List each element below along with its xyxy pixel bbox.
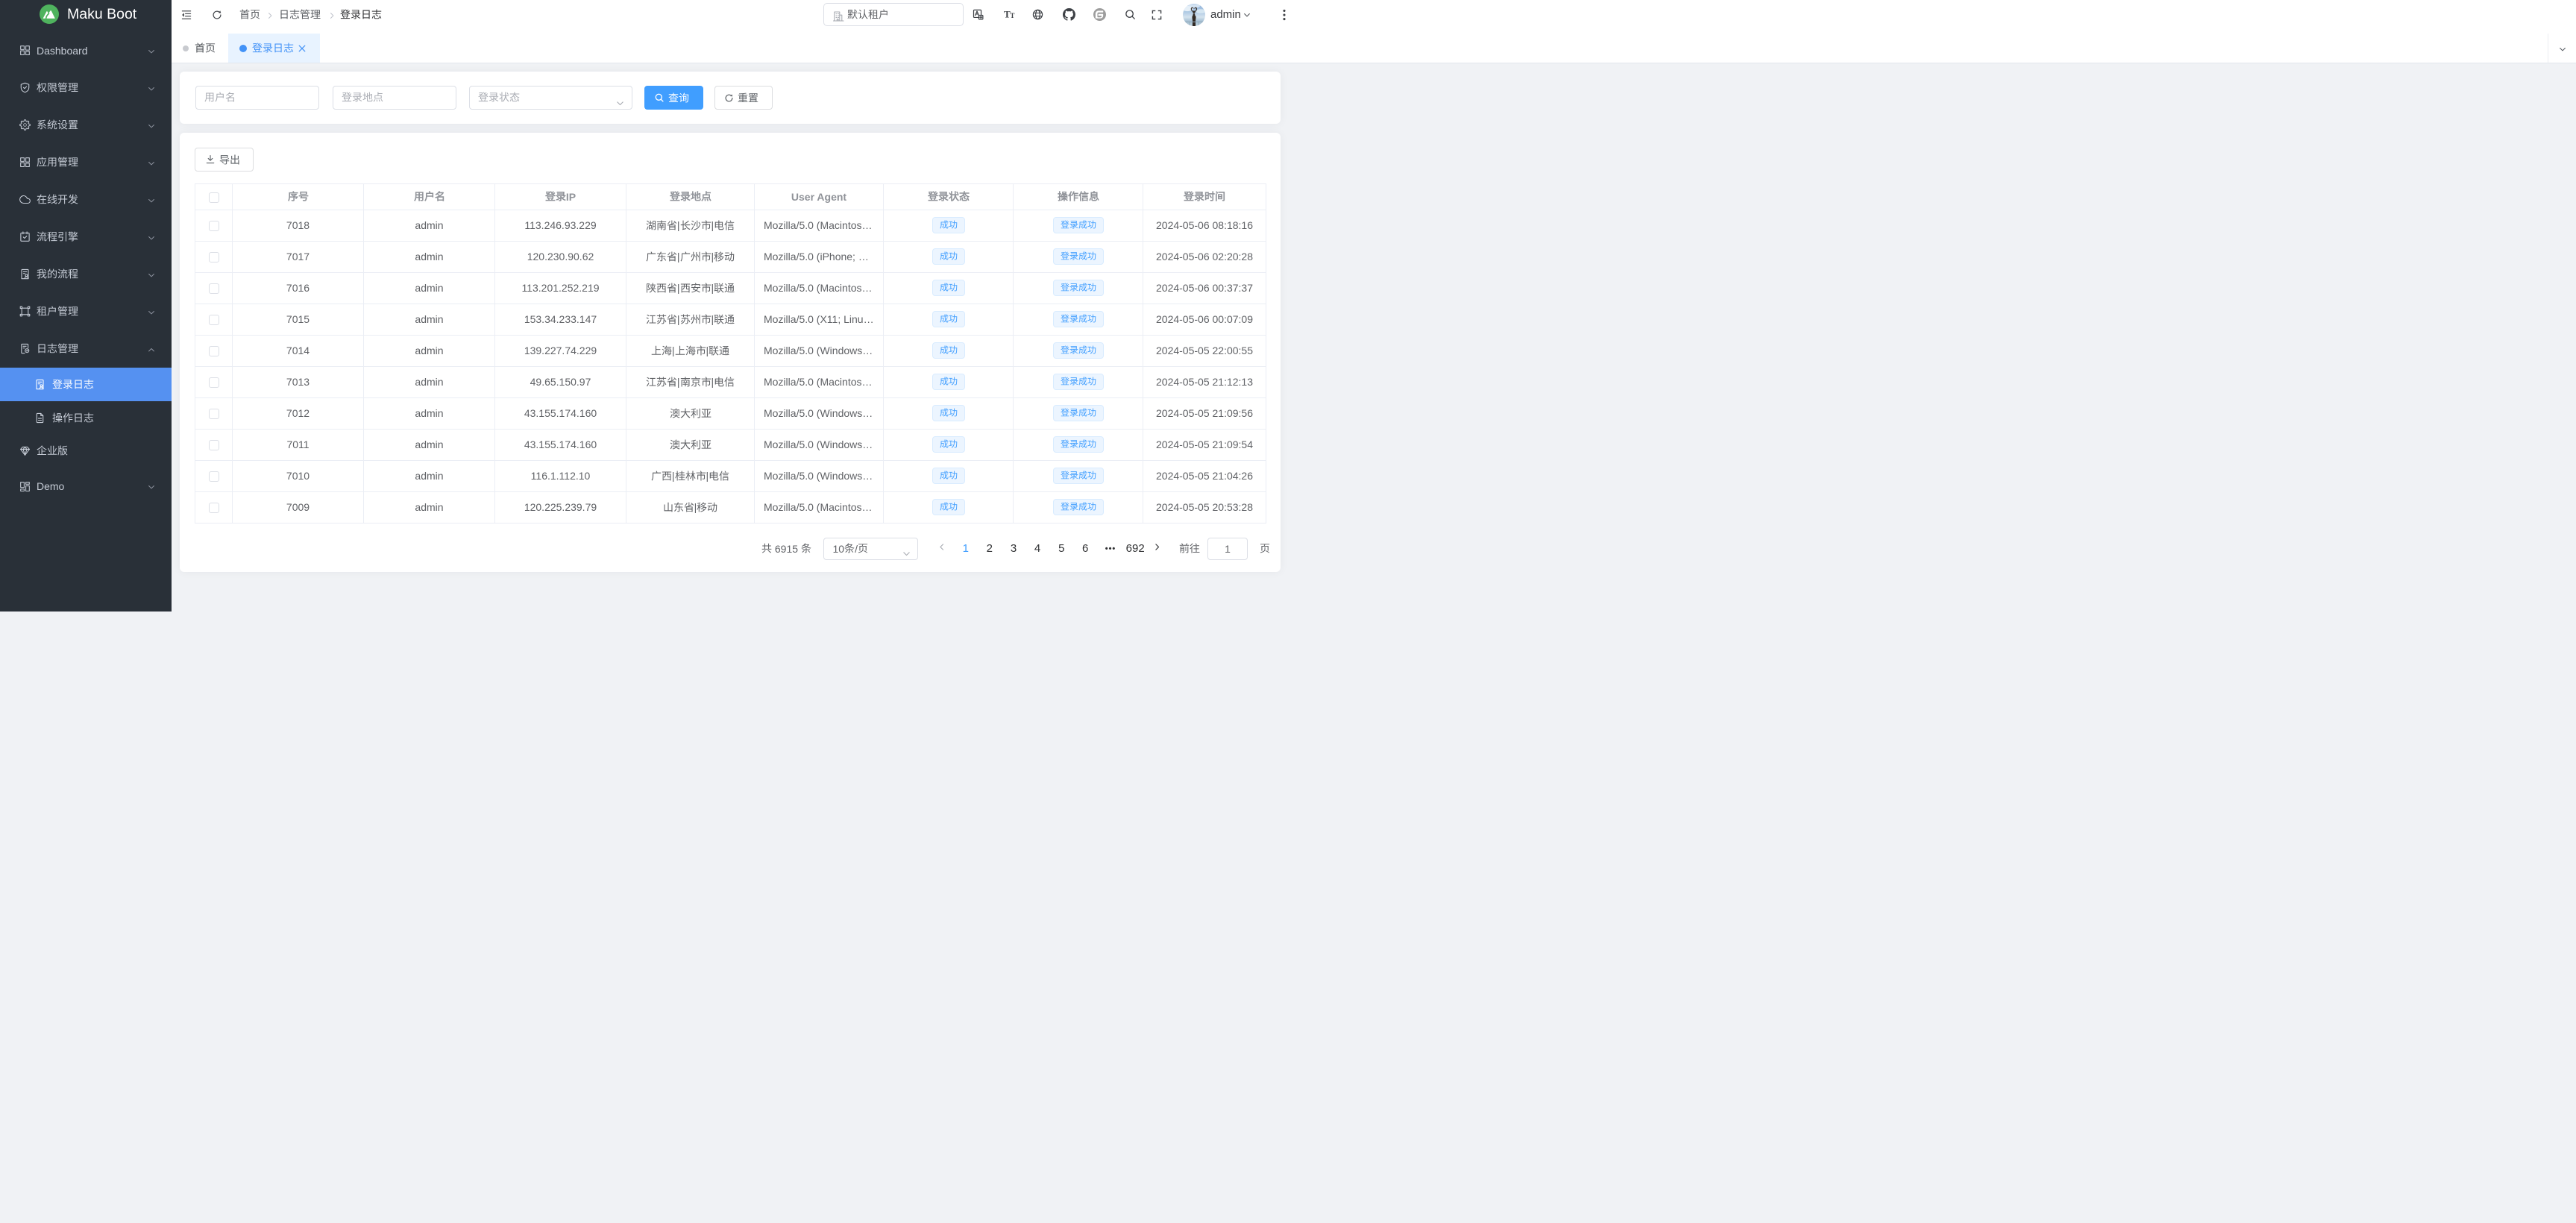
svg-text:T: T bbox=[1010, 12, 1014, 19]
